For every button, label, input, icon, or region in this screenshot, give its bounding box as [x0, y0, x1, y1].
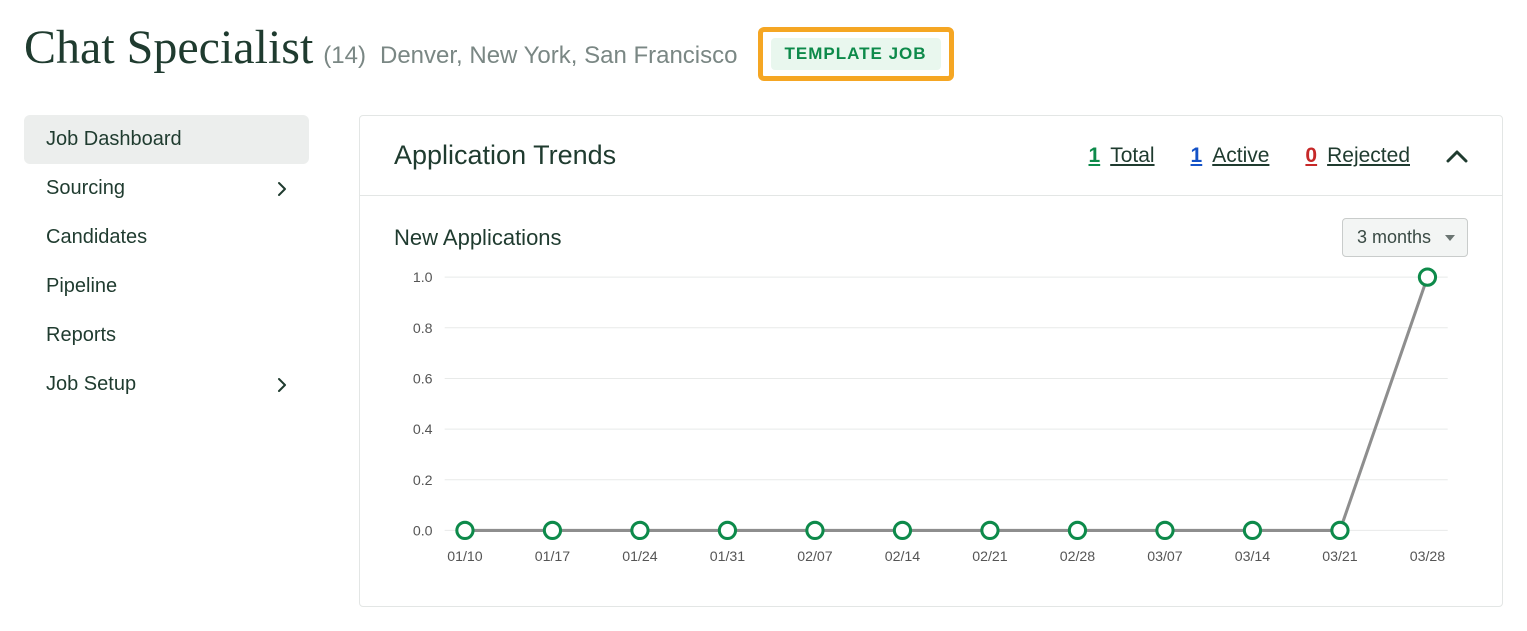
metric-number: 1 — [1089, 144, 1101, 168]
metric-rejected[interactable]: 0 Rejected — [1305, 144, 1410, 168]
x-tick-label: 01/17 — [535, 549, 571, 565]
sidebar-item-label: Job Dashboard — [46, 128, 182, 151]
metric-label: Rejected — [1327, 144, 1410, 168]
y-tick-label: 0.4 — [413, 422, 433, 438]
applications-chart: 0.0 0.2 0.4 0.6 0.8 1.0 01/10 01/17 01/24 01/31 02… — [394, 267, 1468, 571]
sidebar-item-reports[interactable]: Reports — [24, 311, 309, 360]
x-tick-label: 03/14 — [1235, 549, 1271, 565]
sidebar-item-sourcing[interactable]: Sourcing — [24, 164, 309, 213]
job-locations: Denver, New York, San Francisco — [380, 42, 738, 70]
job-count: (14) — [323, 42, 366, 70]
panel-header: Application Trends 1 Total 1 Active 0 Rejecte… — [360, 116, 1502, 196]
chart-title: New Applications — [394, 225, 562, 251]
date-range-select[interactable]: 3 months — [1342, 218, 1468, 257]
y-tick-label: 0.0 — [413, 523, 433, 539]
data-point — [1069, 522, 1085, 538]
metric-number: 1 — [1191, 144, 1203, 168]
sidebar-item-candidates[interactable]: Candidates — [24, 213, 309, 262]
x-tick-label: 01/31 — [710, 549, 746, 565]
sidebar-item-job-setup[interactable]: Job Setup — [24, 360, 309, 409]
sidebar-item-label: Pipeline — [46, 275, 117, 298]
x-tick-label: 03/21 — [1322, 549, 1358, 565]
sidebar-item-label: Candidates — [46, 226, 147, 249]
data-point — [1419, 269, 1435, 285]
date-range-value: 3 months — [1357, 227, 1431, 247]
data-point — [632, 522, 648, 538]
sidebar-item-pipeline[interactable]: Pipeline — [24, 262, 309, 311]
data-point — [807, 522, 823, 538]
x-tick-label: 03/07 — [1147, 549, 1183, 565]
metric-active[interactable]: 1 Active — [1191, 144, 1270, 168]
y-tick-label: 0.2 — [413, 473, 433, 489]
chart-area: New Applications 3 months 0.00.20.40.60.… — [360, 196, 1502, 606]
data-point — [719, 522, 735, 538]
chevron-right-icon — [277, 181, 287, 197]
data-point — [1332, 522, 1348, 538]
chevron-right-icon — [277, 377, 287, 393]
y-tick-label: 0.8 — [413, 321, 433, 337]
data-point — [1157, 522, 1173, 538]
page-header: Chat Specialist (14) Denver, New York, S… — [0, 0, 1527, 115]
panel-title: Application Trends — [394, 140, 616, 171]
data-point — [1244, 522, 1260, 538]
collapse-panel-button[interactable] — [1446, 149, 1468, 163]
metric-label: Active — [1212, 144, 1269, 168]
x-tick-label: 02/28 — [1060, 549, 1096, 565]
data-point — [894, 522, 910, 538]
x-tick-label: 02/14 — [885, 549, 921, 565]
panel-metrics: 1 Total 1 Active 0 Rejected — [1089, 144, 1469, 168]
template-job-badge: TEMPLATE JOB — [771, 38, 941, 70]
application-trends-panel: Application Trends 1 Total 1 Active 0 Rejecte… — [359, 115, 1503, 607]
x-tick-label: 02/21 — [972, 549, 1008, 565]
sidebar: Job Dashboard Sourcing Candidates Pipeline R… — [24, 115, 309, 409]
sidebar-item-label: Job Setup — [46, 373, 136, 396]
x-tick-label: 02/07 — [797, 549, 833, 565]
data-point — [457, 522, 473, 538]
y-tick-label: 1.0 — [413, 270, 433, 286]
sidebar-item-job-dashboard[interactable]: Job Dashboard — [24, 115, 309, 164]
data-line — [465, 277, 1428, 530]
y-tick-label: 0.6 — [413, 372, 433, 388]
x-tick-label: 01/10 — [447, 549, 483, 565]
data-point — [544, 522, 560, 538]
metric-number: 0 — [1305, 144, 1317, 168]
metric-label: Total — [1110, 144, 1154, 168]
x-tick-label: 03/28 — [1410, 549, 1446, 565]
metric-total[interactable]: 1 Total — [1089, 144, 1155, 168]
template-job-highlight: TEMPLATE JOB — [758, 27, 954, 81]
x-tick-label: 01/24 — [622, 549, 658, 565]
sidebar-item-label: Sourcing — [46, 177, 125, 200]
job-title: Chat Specialist — [24, 20, 313, 75]
data-point — [982, 522, 998, 538]
sidebar-item-label: Reports — [46, 324, 116, 347]
